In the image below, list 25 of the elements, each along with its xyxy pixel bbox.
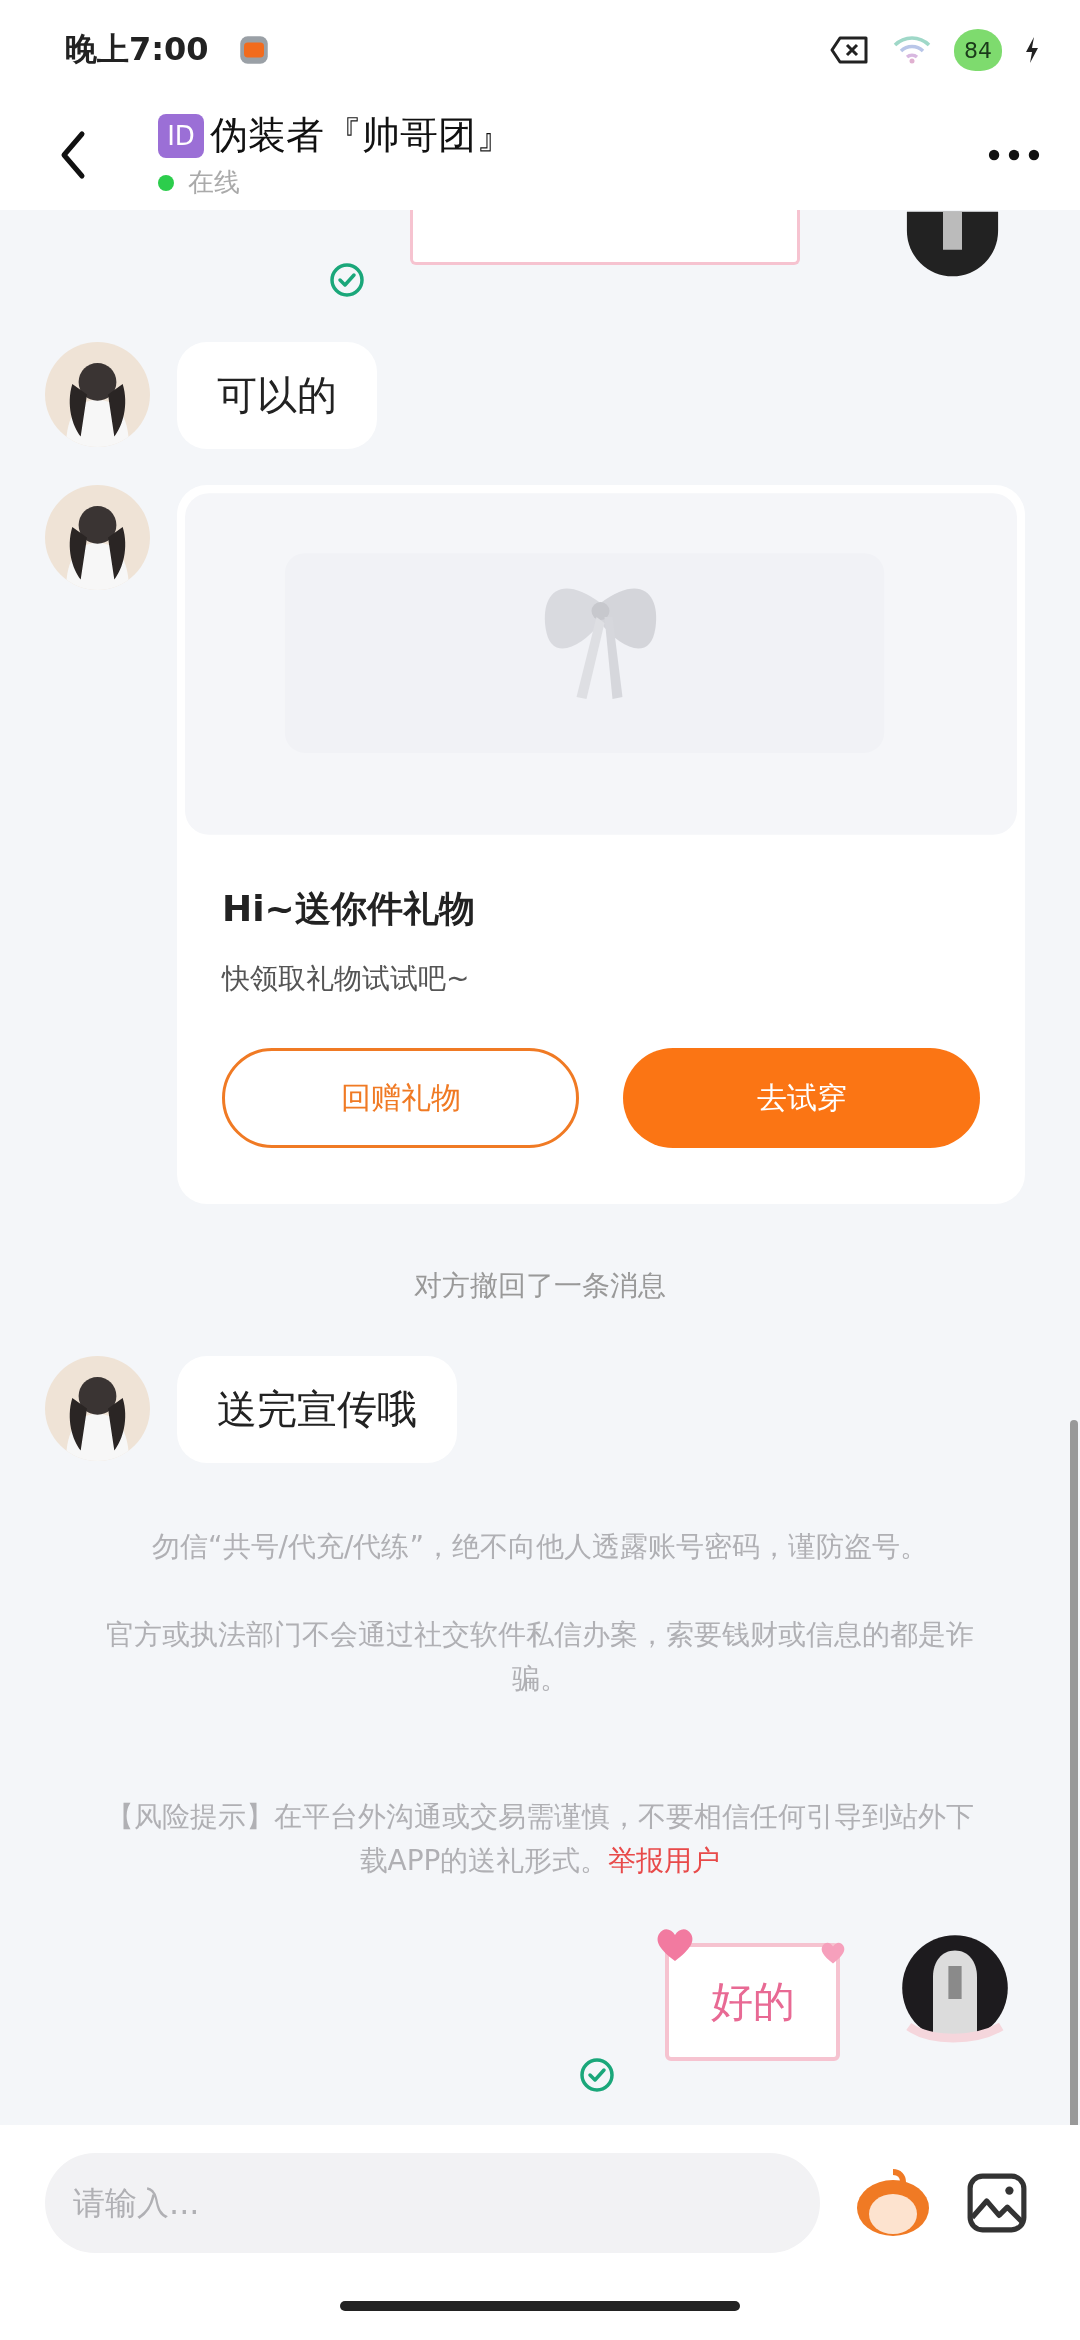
sticker-text: 好的 (710, 1976, 795, 2028)
gift-button[interactable]: 回赠礼物 (222, 1048, 579, 1148)
gift-button[interactable]: 去试穿 (623, 1048, 980, 1148)
online-status: 在线 (188, 166, 240, 199)
gift-subtitle: 快领取礼物试试吧~ (222, 961, 471, 997)
safety-notice: 【风险提示】在平台外沟通或交易需谨慎，不要相信任何引导到站外下载APP的送礼形式。举报用户 (105, 1799, 975, 1879)
message-input[interactable]: 请输入... (45, 2153, 820, 2253)
heart-icon (655, 1927, 695, 1963)
gift-title: Hi~送你件礼物 (222, 887, 476, 931)
message-bubble: 送完宣传哦 (177, 1356, 457, 1463)
safety-notice: 官方或执法部门不会通过社交软件私信办案，索要钱财或信息的都是诈骗。 (105, 1617, 975, 1697)
clock-time: 晚上7:00 (65, 29, 209, 70)
id-badge: ID (158, 113, 204, 158)
no-sim-icon (830, 35, 870, 65)
recall-notice: 对方撤回了一条消息 (413, 1268, 667, 1304)
wifi-icon (892, 35, 932, 65)
charging-icon (1024, 36, 1040, 64)
app-notification-icon (238, 35, 269, 65)
safety-notice: 勿信“共号/代充/代练”，绝不向他人透露账号密码，谨防盗号。 (151, 1529, 929, 1565)
contact-name: 伪装者『帅哥团』 (210, 112, 514, 159)
message-bubble: 可以的 (177, 342, 377, 449)
heart-icon (820, 1941, 846, 1965)
more-icon[interactable] (988, 148, 1040, 162)
report-user-link[interactable]: 举报用户 (608, 1844, 721, 1877)
image-icon[interactable] (966, 2172, 1028, 2234)
